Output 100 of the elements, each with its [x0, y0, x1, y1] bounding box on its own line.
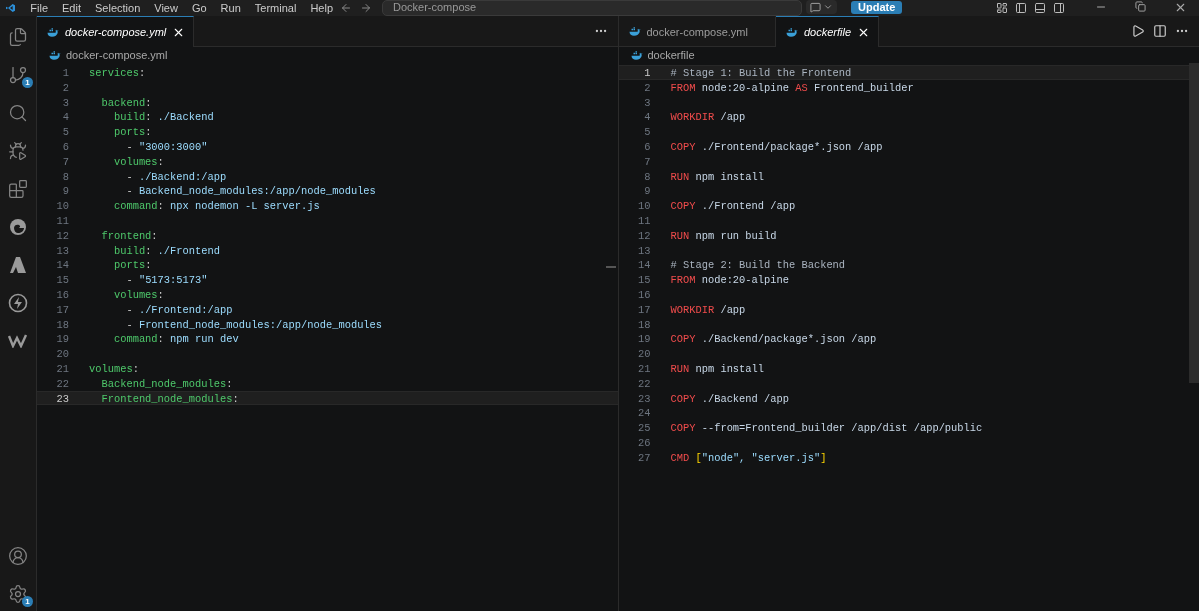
- chat-icon: [810, 1, 821, 13]
- code-line: FROM node:20-alpine: [670, 273, 789, 286]
- menu-item[interactable]: Edit: [55, 2, 88, 14]
- line-number: 23: [55, 391, 69, 405]
- line-number: 5: [61, 125, 69, 138]
- code-line: volumes:: [112, 154, 164, 168]
- docker-whale-icon: [786, 27, 798, 37]
- restore-icon[interactable]: [1135, 1, 1146, 12]
- code-line: volumes:: [89, 361, 139, 375]
- code-line: Backend_node_modules:: [100, 376, 233, 390]
- layout-icon[interactable]: [996, 2, 1008, 14]
- line-number: 15: [55, 273, 69, 286]
- code-line: ports:: [112, 125, 152, 138]
- code-line: build: ./Frontend: [112, 243, 220, 257]
- docker-whale-icon: [628, 27, 641, 36]
- line-number: 2: [61, 80, 69, 94]
- code-line: Frontend_node_modules:: [100, 391, 239, 405]
- menu-item[interactable]: Go: [184, 2, 214, 14]
- code-line: command: npx nodemon -L server.js: [112, 199, 320, 212]
- line-number: 9: [61, 184, 69, 198]
- line-number: 13: [55, 243, 69, 257]
- code-line: services:: [89, 66, 146, 79]
- update-button[interactable]: Update: [851, 1, 903, 14]
- line-number: 19: [637, 332, 651, 346]
- panel-left-icon[interactable]: [1015, 2, 1027, 14]
- line-number: 7: [643, 154, 651, 168]
- code-line: WORKDIR /app: [670, 110, 746, 124]
- line-number: 6: [643, 140, 651, 153]
- code-line: backend:: [100, 95, 152, 109]
- code-line: volumes:: [112, 287, 164, 301]
- line-number: 22: [55, 376, 69, 390]
- code-line: RUN npm install: [670, 361, 765, 375]
- line-number: 4: [61, 110, 69, 124]
- code-line: - Frontend_node_modules:/app/node_modules: [125, 317, 383, 331]
- code-line: # Stage 2: Build the Backend: [670, 258, 846, 272]
- line-number: 11: [637, 213, 651, 227]
- code-line: - ./Frontend:/app: [125, 302, 233, 316]
- chat-button[interactable]: [806, 0, 837, 14]
- play-icon[interactable]: [1131, 24, 1145, 38]
- menu-item[interactable]: File: [23, 2, 56, 14]
- line-number: 11: [55, 213, 69, 227]
- code-line: frontend:: [100, 228, 158, 242]
- line-number: 24: [637, 406, 651, 420]
- line-number: 27: [637, 450, 651, 464]
- badge-count: 1: [22, 596, 33, 607]
- line-number: 25: [637, 421, 651, 434]
- line-number: 13: [637, 243, 651, 257]
- panel-bottom-icon[interactable]: [1034, 2, 1046, 14]
- breadcrumb[interactable]: docker-compose.yml: [66, 49, 168, 61]
- menu-item[interactable]: View: [147, 2, 185, 14]
- forward-arrow-icon[interactable]: [360, 2, 372, 14]
- panel-right-icon[interactable]: [1053, 2, 1065, 14]
- line-number: 5: [643, 125, 651, 138]
- line-number: 15: [637, 273, 651, 286]
- code-line: - Backend_node_modules:/app/node_modules: [125, 184, 376, 198]
- line-number: 9: [643, 184, 651, 198]
- docker-whale-icon: [47, 27, 59, 37]
- code-line: - ./Backend:/app: [125, 169, 227, 183]
- close-icon[interactable]: [1174, 1, 1187, 14]
- line-number: 12: [637, 228, 651, 242]
- line-number: 10: [637, 199, 651, 212]
- code-line: - "5173:5173": [125, 273, 208, 286]
- menu-item[interactable]: Selection: [88, 2, 148, 14]
- code-line: ports:: [112, 258, 152, 272]
- docker-whale-icon: [49, 50, 61, 60]
- chevron-down-icon: [823, 2, 833, 12]
- line-number: 4: [643, 110, 651, 124]
- split-editor-icon[interactable]: [1153, 24, 1167, 38]
- line-number: 20: [55, 347, 69, 360]
- breadcrumb[interactable]: dockerfile: [647, 49, 695, 61]
- code-line: # Stage 1: Build the Frontend: [670, 66, 852, 79]
- line-number: 3: [61, 95, 69, 109]
- line-number: 16: [55, 287, 69, 301]
- line-number: 12: [55, 228, 69, 242]
- back-arrow-icon[interactable]: [340, 2, 352, 14]
- menu-item[interactable]: Terminal: [247, 2, 304, 14]
- docker-whale-icon: [630, 50, 643, 60]
- code-line: COPY ./Backend /app: [670, 391, 789, 405]
- command-center-field[interactable]: Docker-compose: [382, 0, 802, 16]
- line-number: 1: [643, 66, 651, 79]
- code-line: COPY ./Frontend/package*.json /app: [670, 140, 883, 153]
- menu-item[interactable]: Run: [213, 2, 248, 14]
- menu-item[interactable]: Help: [303, 2, 340, 14]
- line-number: 18: [637, 317, 651, 331]
- line-number: 16: [637, 287, 651, 301]
- line-number: 20: [637, 347, 651, 360]
- editor-tab[interactable]: dockerfile: [776, 16, 880, 47]
- code-line: RUN npm install: [670, 169, 765, 183]
- code-line: COPY ./Backend/package*.json /app: [670, 332, 877, 346]
- line-number: 21: [55, 361, 69, 375]
- editor-tab[interactable]: docker-compose.yml: [37, 16, 195, 47]
- line-number: 17: [637, 302, 651, 316]
- line-number: 18: [55, 317, 69, 331]
- line-number: 21: [637, 361, 651, 375]
- line-number: 14: [637, 258, 651, 272]
- line-number: 14: [55, 258, 69, 272]
- line-number: 19: [55, 332, 69, 346]
- code-line: COPY --from=Frontend_builder /app/dist /app/public: [670, 421, 983, 434]
- scrollbar-thumb[interactable]: [1189, 63, 1199, 383]
- line-number: 10: [55, 199, 69, 212]
